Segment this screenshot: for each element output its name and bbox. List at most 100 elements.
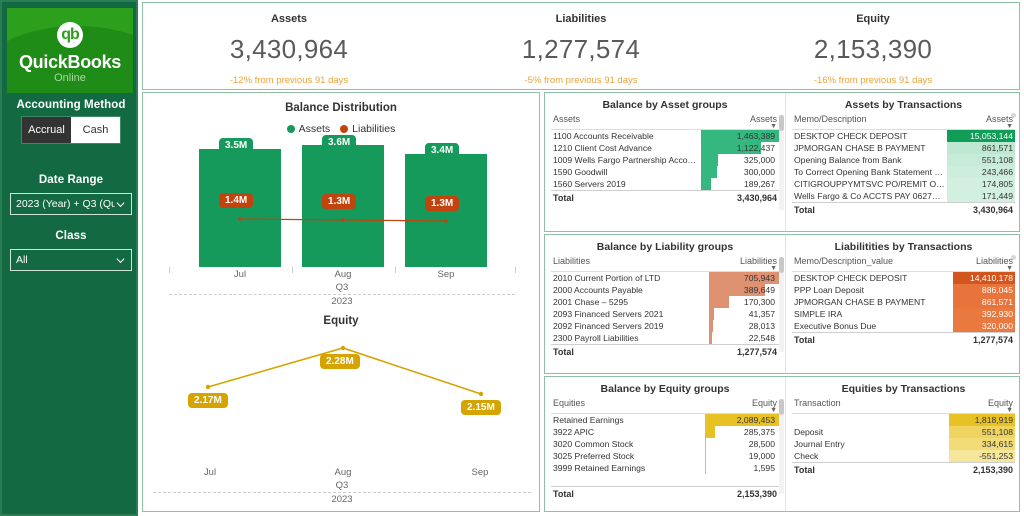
table-row[interactable]: 2093 Financed Servers 2021 41,357 — [551, 308, 779, 320]
table-row[interactable]: 3020 Common Stock 28,500 — [551, 438, 779, 450]
scrollbar-thumb[interactable] — [779, 399, 784, 415]
kpi-card-liabilities[interactable]: Liabilities 1,277,574 -5% from previous … — [435, 3, 727, 89]
cell-name: Wells Fargo & Co ACCTS PAY 062723 00088.… — [794, 191, 947, 201]
cell-value: 170,300 — [709, 296, 779, 308]
column-header-value[interactable]: Equity ▼ — [949, 398, 1015, 414]
balance-by-asset-groups[interactable]: Balance by Asset groups Assets Assets ▼ 1… — [545, 93, 785, 231]
assets-by-transactions[interactable]: Assets by Transactions Memo/Description … — [785, 93, 1021, 231]
date-range-dropdown[interactable]: 2023 (Year) + Q3 (Qua... — [10, 193, 132, 215]
balance-by-equity-groups[interactable]: Balance by Equity groups Equities Equity… — [545, 377, 785, 511]
cell-name: 3922 APIC — [553, 427, 595, 437]
column-header-name[interactable]: Assets — [551, 114, 701, 130]
total-label: Total — [792, 332, 953, 346]
table-row[interactable]: 1009 Wells Fargo Partnership Account****… — [551, 154, 779, 166]
column-header-name[interactable]: Equities — [551, 398, 705, 414]
liabilities-by-transactions-table[interactable]: Memo/Description_value Liabilities ▼ DESK… — [792, 256, 1015, 346]
table-row[interactable]: Wells Fargo & Co ACCTS PAY 062723 00088.… — [792, 190, 1015, 203]
table-row[interactable]: Opening Balance from Bank 551,108 — [792, 154, 1015, 166]
accounting-method-cash-option[interactable]: Cash — [71, 117, 120, 143]
table-row[interactable]: 2000 Accounts Payable 389,649 — [551, 284, 779, 296]
table-row[interactable]: CITIGROUPPYMTSVC PO/REMIT OCT 13 07...17… — [792, 178, 1015, 190]
legend-item-liabilities[interactable]: Liabilities — [340, 123, 395, 135]
table-row-clipped[interactable] — [551, 474, 779, 487]
scrollbar-thumb[interactable] — [779, 115, 784, 131]
table-row[interactable]: DESKTOP CHECK DEPOSIT 15,053,144 — [792, 129, 1015, 142]
legend-item-assets[interactable]: Assets — [286, 123, 331, 135]
dashboard-root: qb QuickBooks Online Accounting Method A… — [0, 0, 1024, 516]
equity-label-sep: 2.15M — [461, 400, 501, 415]
cell-value: 285,375 — [705, 426, 779, 438]
scrollbar-thumb[interactable] — [779, 257, 784, 273]
table-row[interactable]: Journal Entry 334,615 — [792, 438, 1015, 450]
table-row[interactable]: PPP Loan Deposit 886,045 — [792, 284, 1015, 296]
class-label: Class — [55, 230, 87, 242]
class-dropdown[interactable]: All — [10, 249, 132, 271]
accounting-method-accrual-option[interactable]: Accrual — [22, 117, 71, 143]
kpi-card-assets[interactable]: Assets 3,430,964 -12% from previous 91 d… — [143, 3, 435, 89]
legend-label: Assets — [298, 123, 331, 135]
column-header-value[interactable]: Assets ▼ — [701, 114, 779, 130]
equities-by-transactions-table[interactable]: Transaction Equity ▼ 1,818,919 Deposit 551… — [792, 398, 1015, 476]
table-row[interactable]: 1560 Servers 2019 189,267 — [551, 178, 779, 191]
table-row[interactable]: Retained Earnings 2,089,453 — [551, 414, 779, 426]
table-row[interactable]: 1590 Goodwill 300,000 — [551, 166, 779, 178]
table-row[interactable]: JPMORGAN CHASE B PAYMENT 861,571 — [792, 142, 1015, 154]
balance-distribution-chart[interactable]: Balance Distribution Assets Liabilities — [143, 93, 539, 309]
cell-value: 1,818,919 — [949, 413, 1015, 426]
table-row[interactable]: 1100 Accounts Receivable 1,463,389 — [551, 130, 779, 142]
cell-name: 3020 Common Stock — [553, 439, 634, 449]
equity-chart-x-axis: Jul Aug Sep Q3 2023 — [143, 467, 539, 511]
table-row[interactable]: Deposit 551,108 — [792, 426, 1015, 438]
line-label-sep: 1.3M — [425, 196, 460, 211]
x-tick-year: 2023 — [331, 494, 353, 505]
cell-value: 41,357 — [709, 308, 779, 320]
table-row[interactable]: 1210 Client Cost Advance 1,122,437 — [551, 142, 779, 154]
table-title: Balance by Liability groups — [596, 241, 734, 253]
vertical-scrollbar[interactable] — [779, 115, 784, 210]
column-header-name[interactable]: Transaction — [792, 398, 949, 414]
table-row[interactable]: Executive Bonus Due 320,000 — [792, 320, 1015, 333]
kpi-card-equity[interactable]: Equity 2,153,390 -16% from previous 91 d… — [727, 3, 1019, 89]
vertical-scrollbar[interactable] — [779, 257, 784, 352]
table-total-row: Total 3,430,964 — [792, 202, 1015, 216]
more-options-icon[interactable] — [1011, 255, 1016, 260]
table-row[interactable]: 3922 APIC 285,375 — [551, 426, 779, 438]
vertical-scrollbar[interactable] — [779, 399, 784, 494]
table-row[interactable]: 2010 Current Portion of LTD 705,943 — [551, 272, 779, 284]
equities-by-transactions[interactable]: Equities by Transactions Transaction Equ… — [785, 377, 1021, 511]
column-header-value[interactable]: Liabilities ▼ — [953, 256, 1015, 272]
table-row[interactable]: Check -551,253 — [792, 450, 1015, 463]
balance-by-liability-groups[interactable]: Balance by Liability groups Liabilities … — [545, 235, 785, 373]
table-row[interactable]: SIMPLE IRA 392,930 — [792, 308, 1015, 320]
table-row[interactable]: 3025 Preferred Stock 19,000 — [551, 450, 779, 462]
assets-by-transactions-table[interactable]: Memo/Description Assets ▼ DESKTOP CHECK D… — [792, 114, 1015, 216]
liabilities-by-transactions[interactable]: Liabilitities by Transactions Memo/Descr… — [785, 235, 1021, 373]
total-label: Total — [551, 344, 709, 358]
table-row[interactable]: 2300 Payroll Liabilities 22,548 — [551, 332, 779, 345]
equity-groups-table[interactable]: Equities Equity ▼ Retained Earnings 2,089,… — [551, 398, 779, 500]
table-row[interactable]: 2001 Chase – 5295 170,300 — [551, 296, 779, 308]
total-value: 3,430,964 — [947, 202, 1015, 216]
accounting-method-toggle[interactable]: Accrual Cash — [21, 116, 121, 144]
x-tick-jul: Jul — [203, 467, 217, 478]
column-header-value[interactable]: Liabilities ▼ — [709, 256, 779, 272]
more-options-icon[interactable] — [1011, 113, 1016, 118]
cell-name: Retained Earnings — [553, 415, 624, 425]
column-header-name[interactable]: Memo/Description — [792, 114, 947, 130]
asset-groups-table[interactable]: Assets Assets ▼ 1100 Accounts Receivable 1… — [551, 114, 779, 204]
column-header-value[interactable]: Assets ▼ — [947, 114, 1015, 130]
table-row[interactable]: To Correct Opening Bank Statement balanc… — [792, 166, 1015, 178]
column-header-value[interactable]: Equity ▼ — [705, 398, 779, 414]
equity-chart[interactable]: Equity 2.17M 2.28M 2.15M Jul Aug Sep Q3 … — [143, 309, 539, 511]
table-row[interactable]: JPMORGAN CHASE B PAYMENT 861,571 — [792, 296, 1015, 308]
table-row[interactable]: DESKTOP CHECK DEPOSIT 14,410,178 — [792, 271, 1015, 284]
cell-name: 1210 Client Cost Advance — [553, 143, 652, 153]
table-row[interactable]: 3999 Retained Earnings 1,595 — [551, 462, 779, 474]
cell-name: 3025 Preferred Stock — [553, 451, 635, 461]
table-row[interactable]: 2092 Financed Servers 2019 28,013 — [551, 320, 779, 332]
cell-name: 2001 Chase – 5295 — [553, 297, 629, 307]
column-header-name[interactable]: Liabilities — [551, 256, 709, 272]
table-row[interactable]: 1,818,919 — [792, 413, 1015, 426]
column-header-name[interactable]: Memo/Description_value — [792, 256, 953, 272]
liability-groups-table[interactable]: Liabilities Liabilities ▼ 2010 Current Po… — [551, 256, 779, 358]
